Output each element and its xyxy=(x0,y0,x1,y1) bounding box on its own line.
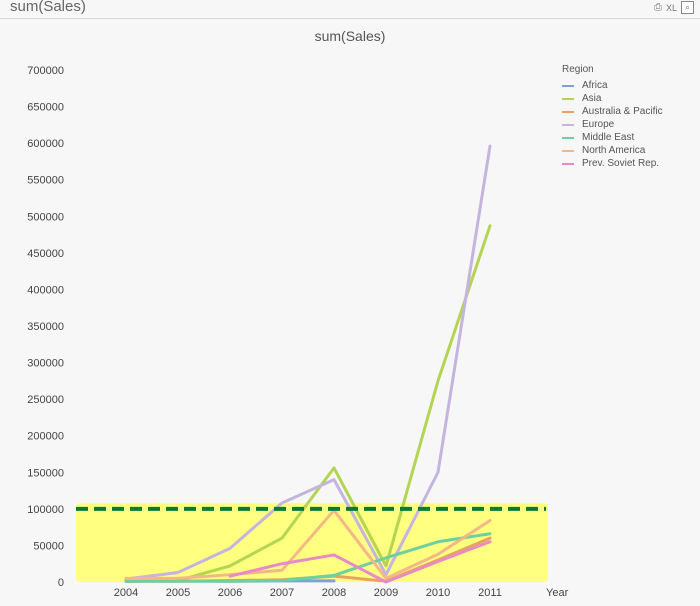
legend-item[interactable]: North America xyxy=(562,144,663,157)
x-tick-label: 2008 xyxy=(322,587,346,599)
y-tick-label: 450000 xyxy=(27,248,64,260)
x-tick-label: 2006 xyxy=(218,587,242,599)
y-tick-label: 250000 xyxy=(27,394,64,406)
x-tick-label: 2009 xyxy=(374,587,398,599)
y-tick-label: 150000 xyxy=(27,467,64,479)
legend-label: Australia & Pacific xyxy=(582,106,663,117)
y-tick-label: 200000 xyxy=(27,431,64,443)
legend-swatch xyxy=(562,136,574,139)
legend-swatch xyxy=(562,84,574,87)
y-tick-label: 50000 xyxy=(33,540,64,552)
y-tick-label: 700000 xyxy=(27,65,64,77)
legend-item[interactable]: Middle East xyxy=(562,131,663,144)
y-tick-label: 300000 xyxy=(27,358,64,370)
legend-item[interactable]: Prev. Soviet Rep. xyxy=(562,157,663,170)
y-tick-label: 100000 xyxy=(27,504,64,516)
legend-label: Europe xyxy=(582,119,615,130)
x-tick-label: 2011 xyxy=(478,587,502,599)
legend-title: Region xyxy=(562,64,594,75)
legend-item[interactable]: Australia & Pacific xyxy=(562,105,663,118)
legend-swatch xyxy=(562,110,574,113)
legend-swatch xyxy=(562,97,574,100)
y-tick-label: 650000 xyxy=(27,102,64,114)
legend: Region Africa Asia Australia & Pacific Euro… xyxy=(562,64,663,170)
y-tick-label: 350000 xyxy=(27,321,64,333)
y-tick-label: 550000 xyxy=(27,175,64,187)
legend-label: Middle East xyxy=(582,132,635,143)
legend-item[interactable]: Asia xyxy=(562,92,663,105)
legend-swatch xyxy=(562,123,574,126)
legend-label: Africa xyxy=(582,80,608,91)
x-tick-label: 2004 xyxy=(114,587,138,599)
legend-item[interactable]: Europe xyxy=(562,118,663,131)
legend-swatch xyxy=(562,149,574,152)
x-tick-label: 2007 xyxy=(270,587,294,599)
y-tick-label: 0 xyxy=(58,577,64,589)
y-tick-label: 500000 xyxy=(27,211,64,223)
x-tick-label: 2005 xyxy=(166,587,190,599)
y-tick-label: 600000 xyxy=(27,138,64,150)
legend-label: North America xyxy=(582,145,646,156)
y-tick-label: 400000 xyxy=(27,284,64,296)
legend-item[interactable]: Africa xyxy=(562,79,663,92)
legend-label: Asia xyxy=(582,93,602,104)
x-axis-label: Year xyxy=(546,587,569,599)
x-tick-label: 2010 xyxy=(426,587,450,599)
legend-swatch xyxy=(562,162,574,165)
legend-label: Prev. Soviet Rep. xyxy=(582,158,660,169)
